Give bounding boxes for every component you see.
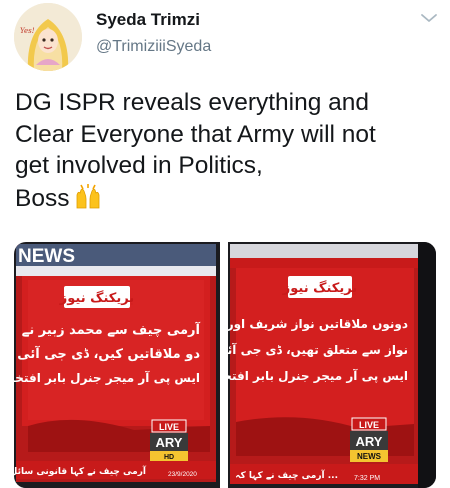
headline-line: آرمی چیف سے محمد زبیر نے bbox=[22, 321, 201, 338]
tweet-text-line: Clear Everyone that Army will not bbox=[15, 120, 376, 148]
author-handle[interactable]: @TrimiziiiSyeda bbox=[96, 38, 211, 56]
svg-text:Yes!: Yes! bbox=[20, 27, 35, 35]
news-corner-text: NEWS bbox=[18, 246, 75, 267]
live-badge: LIVE bbox=[159, 422, 179, 432]
tweet-text-line-last: Boss bbox=[15, 182, 440, 215]
headline-line: نواز سے متعلق تھیں، ڈی جی آئی bbox=[228, 342, 408, 358]
ticker-text: آرمی چیف نے کہا کہ ... bbox=[235, 469, 338, 481]
avatar-illustration: Yes! bbox=[14, 3, 82, 71]
raising-hands-emoji-icon bbox=[73, 182, 103, 210]
broadcast-date: 23/9/2020 bbox=[168, 471, 197, 478]
breaking-news-label: بریکنگ نیوز bbox=[59, 290, 134, 306]
more-options-chevron-icon[interactable] bbox=[418, 10, 440, 26]
avatar[interactable]: Yes! bbox=[14, 3, 82, 71]
tweet-text-boss: Boss bbox=[15, 184, 70, 212]
breaking-news-label: بریکنگ نیوز bbox=[282, 280, 357, 296]
author-name[interactable]: Syeda Trimzi bbox=[96, 10, 200, 30]
channel-sub-logo: HD bbox=[164, 454, 174, 461]
headline-line: ایس پی آر میجر جنرل بابر افتخار bbox=[228, 368, 408, 383]
tweet-media[interactable]: NEWS بریکنگ نیوز آرمی چیف سے محمد زبیر ن… bbox=[14, 242, 436, 488]
media-photo-right[interactable]: بریکنگ نیوز دونوں ملاقاتیں نواز شریف اور… bbox=[228, 242, 436, 488]
headline-line: ایس پی آر میجر جنرل بابر افتخار bbox=[14, 370, 200, 385]
tweet-card: Yes! Syeda Trimzi @TrimiziiiSyeda DG ISP… bbox=[0, 0, 450, 488]
tweet-text: DG ISPR reveals everything and Clear Eve… bbox=[15, 87, 440, 214]
broadcast-time: 7:32 PM bbox=[354, 475, 380, 482]
channel-logo: ARY bbox=[356, 434, 383, 449]
headline-line: دو ملاقاتیں کیں، ڈی جی آئی bbox=[17, 345, 200, 362]
live-badge: LIVE bbox=[359, 420, 379, 430]
headline-line: دونوں ملاقاتیں نواز شریف اور مریم bbox=[228, 317, 408, 332]
ticker-text: آرمی چیف نے کہا قانونی سائل عدالتوں میں bbox=[14, 465, 147, 477]
tweet-text-line: get involved in Politics, bbox=[15, 152, 263, 179]
channel-sub-logo: NEWS bbox=[357, 452, 382, 461]
media-photo-left[interactable]: NEWS بریکنگ نیوز آرمی چیف سے محمد زبیر ن… bbox=[14, 242, 220, 488]
channel-logo: ARY bbox=[156, 435, 183, 450]
tweet-text-line: DG ISPR reveals everything and bbox=[15, 89, 370, 116]
